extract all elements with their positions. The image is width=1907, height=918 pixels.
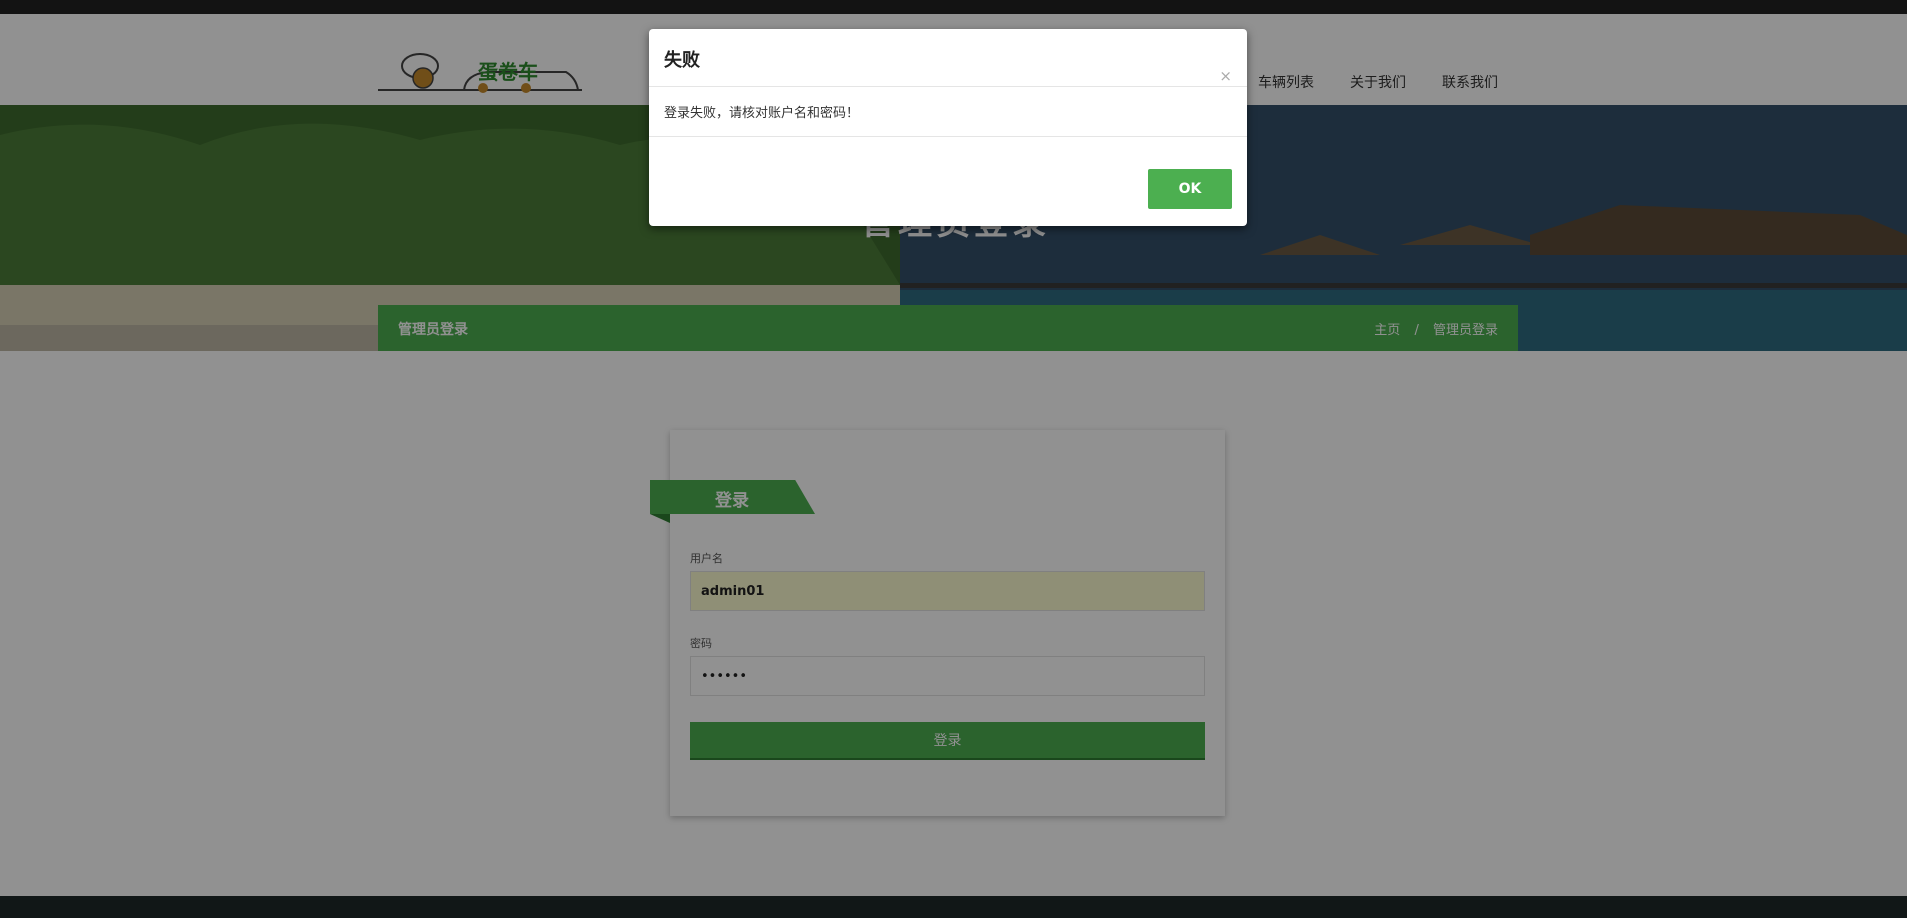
dialog-title: 失败	[664, 50, 700, 71]
ok-button[interactable]: OK	[1148, 169, 1232, 209]
dialog-header: 失败 ×	[649, 29, 1247, 87]
close-icon[interactable]: ×	[1219, 69, 1232, 84]
dialog-body: 登录失败，请核对账户名和密码！	[649, 87, 1247, 137]
error-dialog: 失败 × 登录失败，请核对账户名和密码！ OK	[649, 29, 1247, 226]
dialog-message: 登录失败，请核对账户名和密码！	[664, 106, 860, 121]
